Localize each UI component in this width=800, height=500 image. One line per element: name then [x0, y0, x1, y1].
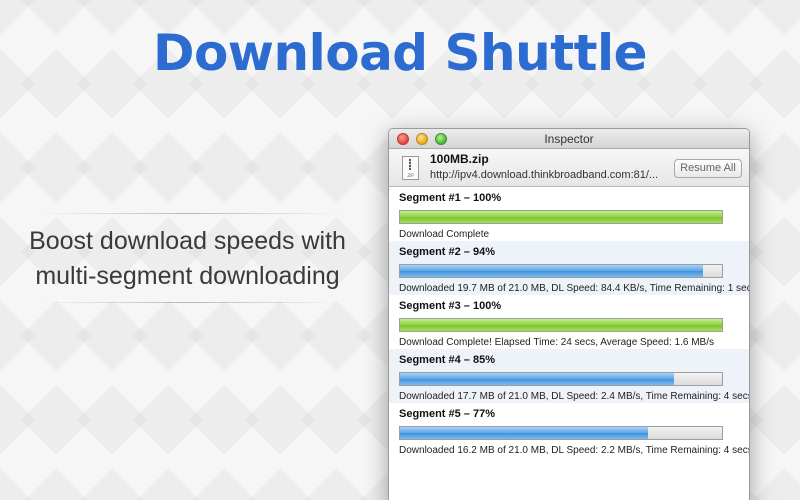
segment-progress-fill — [400, 373, 674, 385]
segment-title: Segment #3 – 100% — [399, 300, 502, 312]
segment-status: Downloaded 16.2 MB of 21.0 MB, DL Speed:… — [399, 445, 750, 456]
segment-item: Segment #4 – 85% Downloaded 17.7 MB of 2… — [389, 349, 749, 403]
segment-status: Downloaded 19.7 MB of 21.0 MB, DL Speed:… — [399, 283, 750, 294]
segment-progress-fill — [400, 265, 703, 277]
segment-status: Download Complete — [399, 229, 490, 240]
resume-all-button[interactable]: Resume All — [674, 159, 742, 178]
segment-progress-bar — [399, 210, 723, 224]
tagline-divider-top — [40, 213, 340, 214]
tagline: Boost download speeds with multi-segment… — [10, 224, 365, 294]
segment-title: Segment #2 – 94% — [399, 246, 495, 258]
segment-item: Segment #2 – 94% Downloaded 19.7 MB of 2… — [389, 241, 749, 295]
zip-file-icon: ZIP — [402, 156, 419, 180]
file-url: http://ipv4.download.thinkbroadband.com:… — [430, 169, 659, 181]
segment-item: Segment #1 – 100% Download Complete — [389, 187, 749, 241]
segment-progress-bar — [399, 318, 723, 332]
segment-list: Segment #1 – 100% Download Complete Segm… — [389, 187, 749, 457]
file-name: 100MB.zip — [430, 152, 489, 166]
tagline-line-2: multi-segment downloading — [35, 262, 340, 290]
segment-title: Segment #1 – 100% — [399, 192, 502, 204]
segment-progress-fill — [400, 211, 722, 223]
file-header: ZIP 100MB.zip http://ipv4.download.think… — [389, 149, 749, 187]
segment-progress-bar — [399, 426, 723, 440]
segment-progress-bar — [399, 372, 723, 386]
segment-status: Downloaded 17.7 MB of 21.0 MB, DL Speed:… — [399, 391, 750, 402]
segment-status: Download Complete! Elapsed Time: 24 secs… — [399, 337, 714, 348]
inspector-window: Inspector ZIP 100MB.zip http://ipv4.down… — [388, 128, 750, 500]
window-title: Inspector — [544, 132, 594, 146]
segment-item: Segment #3 – 100% Download Complete! Ela… — [389, 295, 749, 349]
tagline-divider-bottom — [40, 302, 340, 303]
segment-progress-bar — [399, 264, 723, 278]
hero-title: Download Shuttle — [152, 24, 648, 82]
segment-item: Segment #5 – 77% Downloaded 16.2 MB of 2… — [389, 403, 749, 457]
segment-progress-fill — [400, 319, 722, 331]
tagline-line-1: Boost download speeds with — [29, 227, 346, 255]
segment-title: Segment #5 – 77% — [399, 408, 495, 420]
segment-progress-fill — [400, 427, 648, 439]
segment-title: Segment #4 – 85% — [399, 354, 495, 366]
window-titlebar[interactable]: Inspector — [389, 129, 749, 149]
